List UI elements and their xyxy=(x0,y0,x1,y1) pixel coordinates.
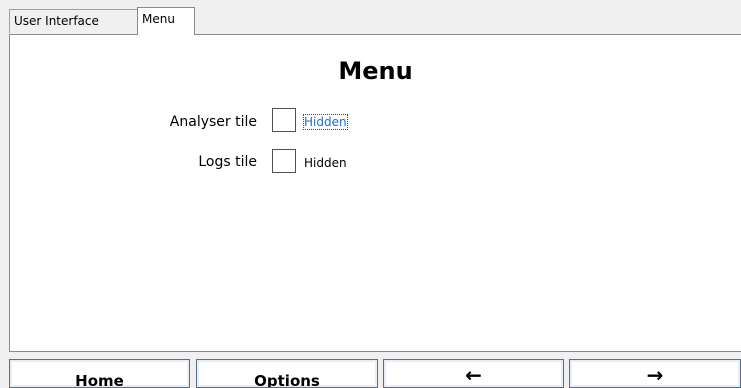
logs-tile-checkbox[interactable] xyxy=(272,149,296,173)
forward-arrow-button[interactable]: → xyxy=(569,359,741,388)
setting-row-analyser-tile: Analyser tile xyxy=(10,110,257,136)
analyser-tile-label: Analyser tile xyxy=(169,114,257,130)
bottom-navigation-bar: Home Options ← → xyxy=(0,354,741,388)
tab-panel-menu: Menu Analyser tile Hidden Logs tile Hidd… xyxy=(9,34,741,352)
analyser-tile-checkbox[interactable] xyxy=(272,108,296,132)
tab-user-interface[interactable]: User Interface xyxy=(9,9,138,33)
home-button[interactable]: Home xyxy=(9,359,190,388)
analyser-tile-value[interactable]: Hidden xyxy=(303,114,348,130)
logs-tile-value: Hidden xyxy=(304,156,347,170)
options-button[interactable]: Options xyxy=(196,359,378,388)
tab-menu[interactable]: Menu xyxy=(137,7,195,35)
logs-tile-label: Logs tile xyxy=(198,154,257,170)
back-arrow-button[interactable]: ← xyxy=(383,359,564,388)
setting-row-logs-tile: Logs tile xyxy=(10,150,257,176)
page-title: Menu xyxy=(338,57,413,85)
tab-strip: User Interface Menu xyxy=(9,7,741,35)
